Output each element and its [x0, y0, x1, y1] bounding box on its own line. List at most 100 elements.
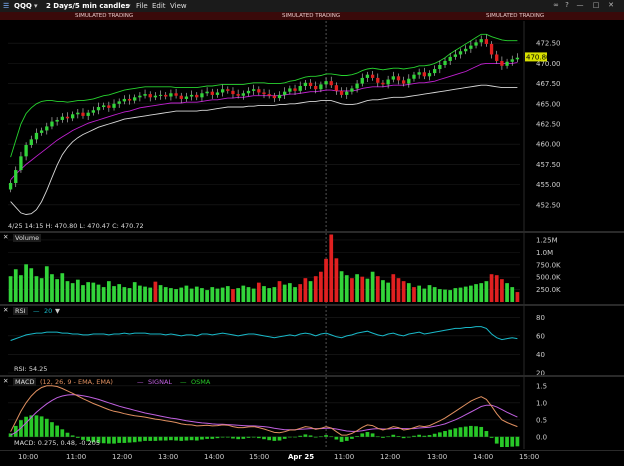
osma-bar: [153, 436, 158, 441]
osma-bar: [272, 436, 277, 441]
candle-body: [102, 105, 106, 108]
osma-bar: [210, 436, 215, 439]
volume-bar: [448, 290, 453, 302]
volume-bar: [334, 258, 339, 302]
osma-bar: [401, 436, 406, 439]
volume-bar: [437, 289, 442, 302]
osma-bar: [50, 422, 54, 437]
link-icon[interactable]: ∞: [552, 1, 560, 9]
menu-view[interactable]: View: [170, 0, 187, 12]
symbol-selector[interactable]: QQQ: [14, 0, 32, 12]
candle-body: [262, 92, 266, 95]
candle-body: [489, 43, 494, 55]
volume-chart[interactable]: 1.25M 1.0M 750.0K 500.0K 250.0K: [0, 233, 624, 304]
minimize-icon[interactable]: —: [576, 1, 584, 9]
candle-body: [308, 82, 313, 87]
volume-bar: [293, 287, 297, 302]
candle-body: [479, 39, 483, 43]
help-icon[interactable]: ?: [563, 1, 571, 9]
price-chart-pane[interactable]: 472.50 470.00 467.50 465.00 462.50 460.00 457.…: [0, 21, 624, 231]
volume-pane[interactable]: 1.25M 1.0M 750.0K 500.0K 250.0K ✕ Volume: [0, 233, 624, 304]
volume-bar: [396, 278, 401, 302]
osma-bar: [339, 436, 344, 442]
rsi-line: [10, 326, 518, 341]
macd-ytick-label: 0.0: [536, 433, 547, 441]
x-tick-label: 10:00: [18, 453, 39, 461]
close-pane-icon[interactable]: ✕: [3, 377, 8, 385]
x-tick-label: 15:00: [249, 453, 270, 461]
candle-body: [158, 94, 163, 96]
volume-bar: [75, 279, 80, 302]
candle-body: [386, 79, 390, 85]
close-pane-icon[interactable]: ✕: [3, 306, 8, 314]
settings-icon[interactable]: ▼: [55, 307, 60, 315]
period-selector[interactable]: 2 Days/5 min candles: [46, 0, 130, 12]
volume-ytick-label: 1.25M: [536, 236, 558, 244]
candle-body: [226, 89, 230, 91]
volume-bar: [474, 284, 478, 302]
candle-body: [81, 112, 85, 116]
x-tick-label: 14:00: [473, 453, 494, 461]
candle-body: [433, 69, 437, 74]
menu-file[interactable]: File: [136, 0, 148, 12]
candle-body: [231, 90, 235, 95]
candle-body: [360, 77, 364, 84]
simulated-label: SIMULATED TRADING: [486, 13, 545, 19]
osma-bar: [179, 436, 184, 441]
candle-body: [179, 95, 183, 99]
candle-body: [267, 94, 271, 96]
volume-bar: [158, 285, 163, 302]
window-menu-icon[interactable]: ☰: [3, 0, 9, 12]
maximize-icon[interactable]: □: [592, 1, 600, 9]
osma-bar: [241, 436, 246, 439]
chevron-down-icon[interactable]: ▾: [127, 0, 131, 12]
volume-bar: [225, 286, 230, 302]
osma-bar: [132, 436, 137, 443]
price-chart[interactable]: 472.50470.00467.50465.00462.50460.00457.…: [0, 21, 624, 231]
candle-body: [174, 93, 178, 96]
osma-bar: [505, 436, 509, 447]
candle-body: [355, 83, 359, 89]
volume-bar: [422, 288, 427, 302]
candle-body: [319, 84, 323, 90]
osma-bar: [55, 425, 59, 437]
candle-body: [412, 74, 416, 79]
osma-bar: [65, 432, 70, 437]
candle-body: [469, 45, 473, 49]
macd-pane[interactable]: 1.5 1.0 0.5 0.0 ✕ MACD (12, 26, 9 - EMA, EM…: [0, 377, 624, 449]
time-axis[interactable]: 10:00 11:00 12:00 13:00 14:00 15:00 Apr 25 11:0…: [0, 450, 624, 466]
candle-body: [293, 88, 297, 91]
volume-bar: [44, 266, 49, 302]
candle-body: [365, 74, 370, 78]
osma-bar: [406, 436, 411, 438]
volume-bar: [469, 285, 473, 302]
osma-bar: [375, 436, 380, 438]
volume-ytick-label: 500.0K: [536, 274, 561, 282]
volume-bar: [262, 286, 266, 302]
osma-bar: [458, 427, 463, 437]
menu-edit[interactable]: Edit: [152, 0, 166, 12]
candle-body: [169, 93, 173, 97]
osma-bar: [184, 436, 189, 441]
osma-bar: [117, 436, 122, 443]
osma-bar: [163, 436, 168, 441]
volume-bar: [443, 289, 447, 302]
volume-bar: [256, 282, 261, 302]
volume-bar: [148, 287, 153, 302]
osma-bar: [75, 436, 80, 438]
osma-bar: [396, 436, 401, 437]
candle-body: [91, 110, 95, 113]
osma-bar: [391, 434, 396, 437]
chevron-down-icon[interactable]: ▾: [34, 0, 38, 12]
candle-body: [86, 112, 90, 116]
volume-bar: [91, 282, 96, 302]
macd-ytick-label: 1.5: [536, 382, 547, 390]
rsi-chart[interactable]: 80 60 40 20: [0, 306, 624, 375]
volume-bar: [267, 288, 272, 302]
rsi-pane[interactable]: 80 60 40 20 ✕ RSI — 20 ▼ RSI: 54.25: [0, 306, 624, 375]
close-pane-icon[interactable]: ✕: [3, 233, 8, 241]
title-bar: ☰ QQQ ▾ 2 Days/5 min candles ▾ File Edit…: [0, 0, 624, 12]
moving-average-line: [10, 62, 518, 181]
volume-bar: [138, 285, 142, 302]
close-icon[interactable]: ✕: [607, 1, 615, 9]
